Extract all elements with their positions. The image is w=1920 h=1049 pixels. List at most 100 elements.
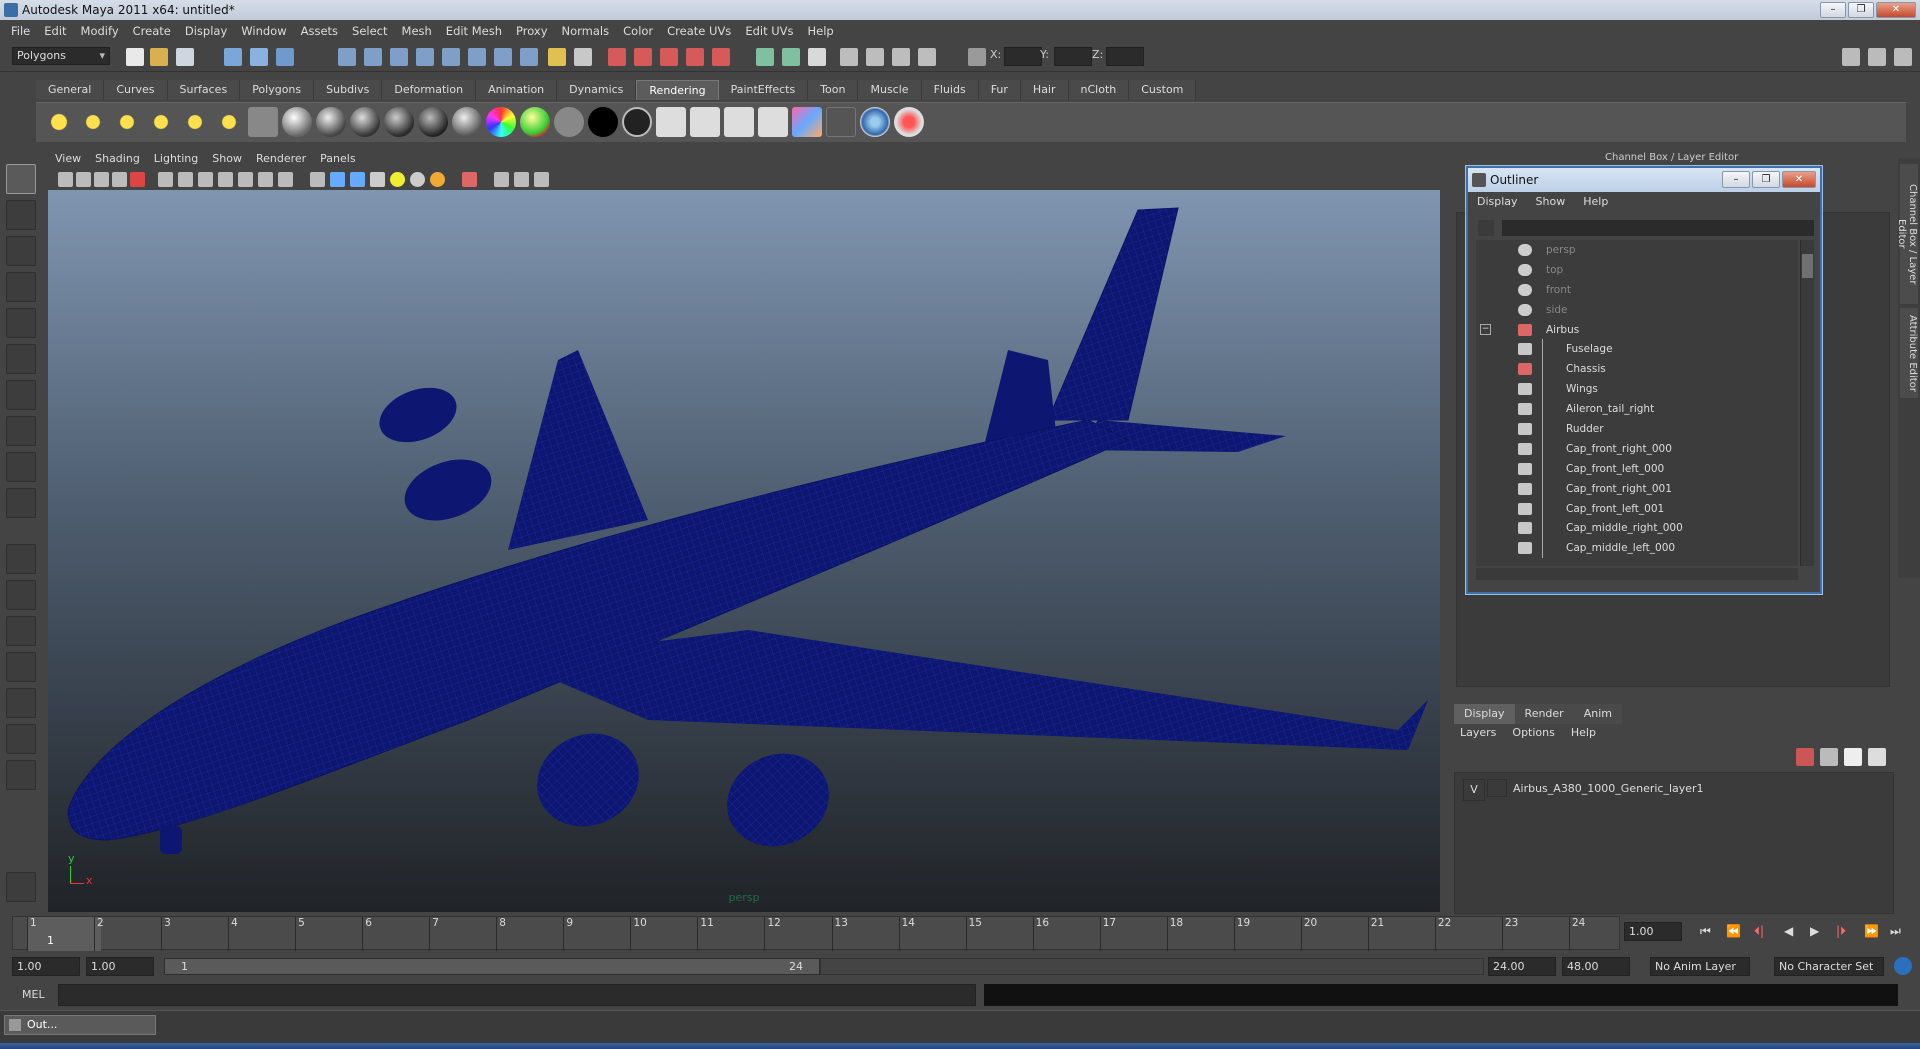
- menu-create-uvs[interactable]: Create UVs: [660, 24, 738, 38]
- xray-components-icon[interactable]: [534, 172, 549, 187]
- play-backwards-button[interactable]: ◀: [1784, 924, 1793, 938]
- outliner-vertical-scrollbar[interactable]: [1800, 240, 1814, 566]
- outliner-minimize-button[interactable]: –: [1722, 171, 1750, 188]
- outliner-item[interactable]: Rudder: [1476, 419, 1798, 440]
- z-field[interactable]: [1106, 47, 1144, 66]
- start-time-field[interactable]: 1.00: [12, 957, 80, 976]
- bookmarks-icon[interactable]: [94, 172, 109, 187]
- outliner-menu-show[interactable]: Show: [1527, 192, 1575, 212]
- outliner-close-button[interactable]: ✕: [1782, 171, 1816, 188]
- lambert-icon[interactable]: [282, 107, 312, 137]
- layer-name[interactable]: Airbus_A380_1000_Generic_layer1: [1513, 779, 1704, 799]
- smooth-shade-icon[interactable]: [330, 172, 345, 187]
- shelf-tab-polygons[interactable]: Polygons: [240, 80, 315, 100]
- layer-tab-anim[interactable]: Anim: [1573, 704, 1622, 724]
- safe-action-icon[interactable]: [258, 172, 273, 187]
- end-time-field[interactable]: 48.00: [1562, 957, 1630, 976]
- tab-channel-box[interactable]: Channel Box / Layer Editor: [1896, 164, 1918, 304]
- ocean-shader-icon[interactable]: [622, 107, 652, 137]
- menu-file[interactable]: File: [4, 24, 37, 38]
- batch-render-icon[interactable]: [826, 107, 856, 137]
- shelf-tab-fluids[interactable]: Fluids: [921, 80, 979, 100]
- current-frame-marker[interactable]: 1: [27, 917, 101, 951]
- outliner-item[interactable]: − Airbus: [1476, 320, 1798, 340]
- outliner-item[interactable]: Wings: [1476, 379, 1798, 400]
- point-light-icon[interactable]: [112, 107, 142, 137]
- gate-mask-icon[interactable]: [218, 172, 233, 187]
- expand-collapse-icon[interactable]: −: [1480, 323, 1491, 335]
- new-layer-icon[interactable]: [1796, 748, 1814, 766]
- layout-persp-outliner-icon[interactable]: [892, 48, 910, 66]
- surface-shader-icon[interactable]: [554, 107, 584, 137]
- layer-menu-layers[interactable]: Layers: [1460, 726, 1496, 739]
- absolute-transform-icon[interactable]: [782, 48, 800, 66]
- playback-end-field[interactable]: 24.00: [1488, 957, 1556, 976]
- menu-set-select[interactable]: Polygons: [12, 47, 110, 65]
- time-slider[interactable]: 1 1 2 3 4 5 6 7 8 9 10 11 12 13 14 15 16 17 18 19 20 21 22 23 2…: [12, 916, 1620, 951]
- camera-attributes-icon[interactable]: [76, 172, 91, 187]
- menu-create[interactable]: Create: [126, 24, 178, 38]
- outliner-item[interactable]: Cap_middle_left_000: [1476, 538, 1798, 559]
- wireframe-icon[interactable]: [310, 172, 325, 187]
- minimize-button[interactable]: –: [1820, 2, 1846, 18]
- outliner-item[interactable]: Cap_front_right_000: [1476, 438, 1798, 459]
- render-current-shelf-icon[interactable]: [690, 107, 720, 137]
- directional-light-icon[interactable]: [78, 107, 108, 137]
- snap-plane-icon[interactable]: [416, 48, 434, 66]
- shelf-tab-fur[interactable]: Fur: [978, 80, 1021, 100]
- outliner-menu-help[interactable]: Help: [1574, 192, 1617, 212]
- layer-menu-options[interactable]: Options: [1512, 726, 1554, 739]
- lasso-tool-icon[interactable]: [6, 200, 36, 230]
- select-by-component-icon[interactable]: [276, 48, 294, 66]
- outliner-item[interactable]: Cap_front_left_000: [1476, 458, 1798, 479]
- outliner-menu-display[interactable]: Display: [1468, 192, 1527, 212]
- use-background-icon[interactable]: [588, 107, 618, 137]
- blinn-icon[interactable]: [316, 107, 346, 137]
- relative-transform-icon[interactable]: [808, 48, 826, 66]
- shelf-tab-ncloth[interactable]: nCloth: [1068, 80, 1130, 100]
- playback-start-field[interactable]: 1.00: [86, 957, 154, 976]
- input-line-icon[interactable]: [756, 48, 774, 66]
- layer-tab-display[interactable]: Display: [1454, 704, 1515, 724]
- outliner-item[interactable]: Fuselage: [1476, 339, 1798, 360]
- universal-manipulator-icon[interactable]: [6, 380, 36, 410]
- shading-map-icon[interactable]: [520, 107, 550, 137]
- minimized-outliner-item[interactable]: Out...: [4, 1015, 156, 1035]
- current-time-field[interactable]: 1.00: [1624, 922, 1682, 941]
- viewport-menu-panels[interactable]: Panels: [313, 150, 362, 168]
- outliner-item[interactable]: Cap_front_right_001: [1476, 478, 1798, 499]
- ipr-render-shelf-icon[interactable]: [724, 107, 754, 137]
- shelf-tab-hair[interactable]: Hair: [1020, 80, 1069, 100]
- layout-four-icon[interactable]: [866, 48, 884, 66]
- paint-select-tool-icon[interactable]: [6, 236, 36, 266]
- outliner-item[interactable]: Cap_front_left_001: [1476, 498, 1798, 519]
- show-channel-box-icon[interactable]: [1894, 48, 1912, 66]
- viewport-menu-renderer[interactable]: Renderer: [249, 150, 313, 168]
- history-icon[interactable]: [468, 48, 486, 66]
- menu-color[interactable]: Color: [616, 24, 660, 38]
- step-back-frame-button[interactable]: ⏴|: [1754, 924, 1764, 939]
- hypershade-shelf-icon[interactable]: [792, 107, 822, 137]
- layout-single-pane-icon[interactable]: [6, 544, 36, 574]
- outliner-horizontal-scrollbar[interactable]: [1476, 568, 1798, 580]
- xray-joints-icon[interactable]: [514, 172, 529, 187]
- menu-assets[interactable]: Assets: [294, 24, 345, 38]
- auto-key-icon[interactable]: [1894, 957, 1912, 975]
- outliner-item[interactable]: Chassis: [1476, 359, 1798, 380]
- layer-row[interactable]: V Airbus_A380_1000_Generic_layer1: [1461, 779, 1887, 801]
- film-gate-icon[interactable]: [178, 172, 193, 187]
- move-layer-down-icon[interactable]: [1868, 748, 1886, 766]
- shelf-tab-deformation[interactable]: Deformation: [382, 80, 477, 100]
- spot-light-icon[interactable]: [146, 107, 176, 137]
- shelf-tab-dynamics[interactable]: Dynamics: [557, 80, 637, 100]
- construction-icon[interactable]: [494, 48, 512, 66]
- select-by-object-icon[interactable]: [250, 48, 268, 66]
- menu-window[interactable]: Window: [234, 24, 293, 38]
- outliner-search-input[interactable]: [1502, 220, 1814, 236]
- step-forward-key-button[interactable]: ⏩: [1864, 924, 1879, 938]
- resolution-gate-icon[interactable]: [198, 172, 213, 187]
- scale-tool-icon[interactable]: [6, 344, 36, 374]
- last-tool-icon[interactable]: [6, 488, 36, 518]
- viewport-menu-lighting[interactable]: Lighting: [147, 150, 205, 168]
- shelf-tab-muscle[interactable]: Muscle: [858, 80, 922, 100]
